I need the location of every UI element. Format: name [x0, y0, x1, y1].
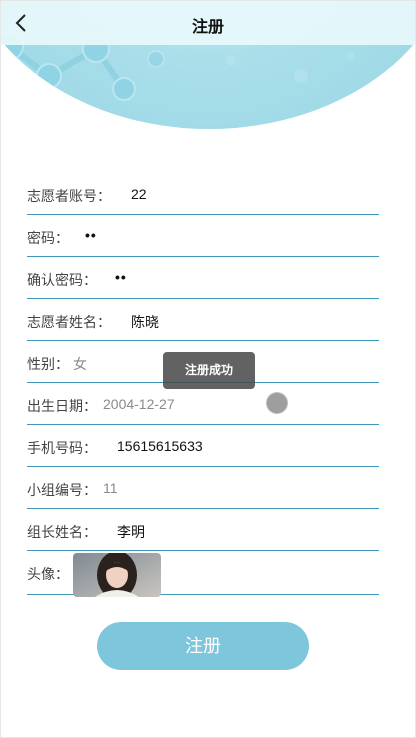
field-value[interactable]: 15615615633: [117, 438, 203, 454]
field-value[interactable]: ••: [115, 269, 127, 285]
field-volunteer-account[interactable]: 志愿者账号： 22: [27, 173, 379, 215]
field-label: 手机号码：: [27, 440, 97, 456]
field-label: 小组编号：: [27, 482, 97, 498]
field-value[interactable]: 11: [103, 480, 118, 496]
toast-message: 注册成功: [163, 352, 255, 389]
field-label: 确认密码：: [27, 272, 97, 288]
field-password[interactable]: 密码： ••: [27, 215, 379, 257]
register-button[interactable]: 注册: [97, 622, 309, 670]
field-value[interactable]: 李明: [117, 522, 145, 542]
touch-indicator: [267, 393, 287, 413]
field-value[interactable]: 陈晓: [131, 312, 159, 332]
field-label: 出生日期：: [27, 398, 97, 414]
field-avatar: 头像：: [27, 551, 379, 597]
field-label: 性别：: [27, 356, 69, 372]
field-label: 志愿者姓名：: [27, 314, 111, 330]
field-value[interactable]: 2004-12-27: [103, 396, 175, 412]
avatar-image[interactable]: [73, 553, 161, 597]
field-label: 密码：: [27, 230, 69, 246]
field-birth-date[interactable]: 出生日期： 2004-12-27: [27, 383, 379, 425]
avatar-portrait: [73, 553, 161, 597]
field-value[interactable]: 女: [73, 354, 87, 374]
field-label: 头像：: [27, 566, 69, 582]
field-volunteer-name[interactable]: 志愿者姓名： 陈晓: [27, 299, 379, 341]
app-frame: 注册 志愿者账号： 22 密码： •• 确认密码： •• 志愿者姓名： 陈晓 性…: [0, 0, 416, 738]
field-confirm-password[interactable]: 确认密码： ••: [27, 257, 379, 299]
field-label: 组长姓名：: [27, 524, 97, 540]
field-label: 志愿者账号：: [27, 188, 111, 204]
field-value[interactable]: 22: [131, 186, 147, 202]
page-title: 注册: [191, 19, 224, 36]
field-value[interactable]: ••: [85, 227, 97, 243]
field-leader-name[interactable]: 组长姓名： 李明: [27, 509, 379, 551]
top-nav-bar: 注册: [1, 1, 415, 45]
field-phone-number[interactable]: 手机号码： 15615615633: [27, 425, 379, 467]
field-group-number[interactable]: 小组编号： 11: [27, 467, 379, 509]
